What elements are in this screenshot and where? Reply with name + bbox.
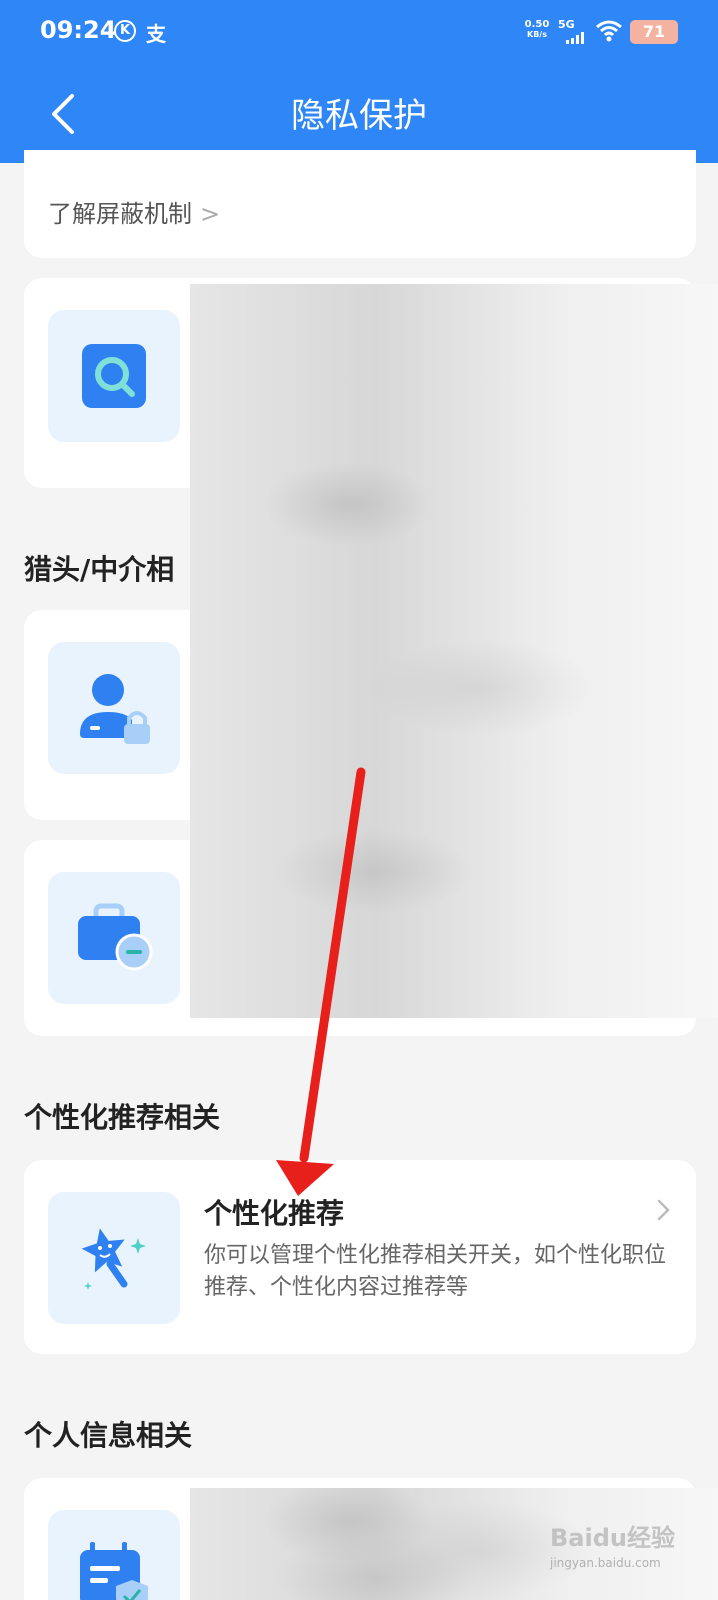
section-recommend-label: 个性化推荐相关 xyxy=(24,1101,221,1134)
alipay-icon: 支 xyxy=(146,22,166,46)
user-lock-icon-box xyxy=(48,642,180,774)
section-personal-info-label: 个人信息相关 xyxy=(24,1419,193,1452)
page-title: 隐私保护 xyxy=(291,96,427,136)
user-lock-icon xyxy=(80,674,150,744)
app-header: 09:24 K 支 0.50 KB/s 5G 71 隐私保护 xyxy=(0,0,718,163)
status-time: 09:24 xyxy=(40,16,117,44)
search-icon xyxy=(82,344,146,408)
net-speed-unit: KB/s xyxy=(527,30,547,39)
star-wand-icon-box xyxy=(48,1192,180,1324)
top-card: 了解屏蔽机制 > xyxy=(24,150,696,258)
signal-label: 5G xyxy=(558,18,575,31)
learn-block-mechanism-label: 了解屏蔽机制 xyxy=(48,200,192,228)
baidu-watermark-url: jingyan.baidu.com xyxy=(550,1556,661,1570)
net-speed: 0.50 KB/s xyxy=(522,20,552,40)
obscured-content xyxy=(190,284,718,1018)
star-wand-icon xyxy=(81,1228,146,1290)
signal-bars-icon xyxy=(566,32,584,44)
battery-icon: 71 xyxy=(630,20,678,44)
briefcase-minus-icon xyxy=(78,903,153,971)
calendar-shield-icon-box xyxy=(48,1510,180,1600)
chevron-right-icon xyxy=(657,1199,670,1221)
search-icon-box xyxy=(48,310,180,442)
personalized-recommend-description: 你可以管理个性化推荐相关开关，如个性化职位推荐、个性化内容过推荐等 xyxy=(204,1243,667,1300)
personalized-recommend-title: 个性化推荐 xyxy=(204,1197,345,1230)
wifi-icon xyxy=(596,20,622,42)
chevron-right-icon: > xyxy=(200,200,221,228)
learn-block-mechanism-link[interactable]: 了解屏蔽机制 > xyxy=(48,194,220,229)
section-headhunter-label: 猎头/中介相 xyxy=(24,553,175,586)
calendar-shield-icon xyxy=(80,1542,148,1600)
personalized-recommend-card[interactable]: 个性化推荐 你可以管理个性化推荐相关开关，如个性化职位推荐、个性化内容过推荐等 xyxy=(24,1160,696,1354)
briefcase-minus-icon-box xyxy=(48,872,180,1004)
k-app-icon: K xyxy=(114,20,136,42)
net-speed-value: 0.50 xyxy=(524,19,550,30)
baidu-watermark: Baidu经验 xyxy=(550,1524,675,1552)
cellular-signal-icon: 5G xyxy=(558,18,588,44)
status-bar: 09:24 K 支 0.50 KB/s 5G 71 xyxy=(0,0,718,64)
